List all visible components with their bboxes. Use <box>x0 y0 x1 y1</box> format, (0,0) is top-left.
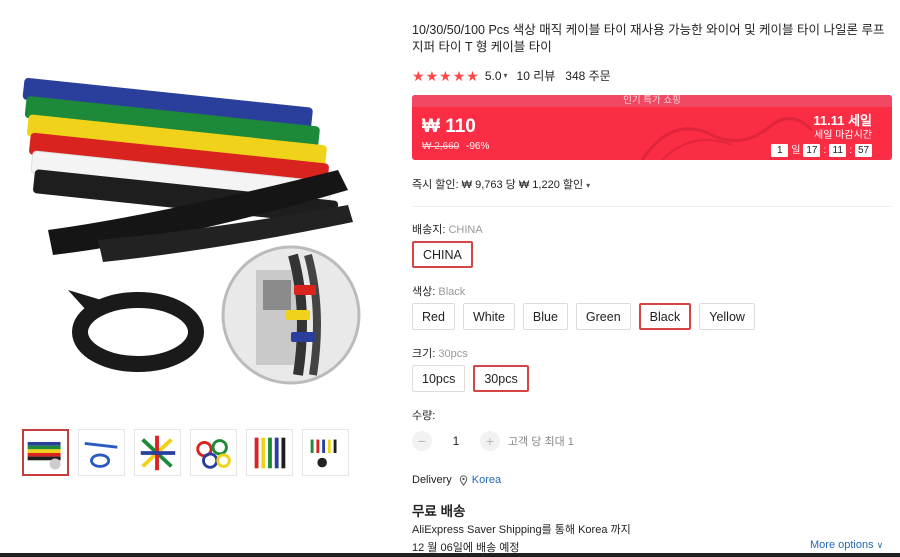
orders-count: 348 주문 <box>565 69 611 83</box>
color-option-yellow[interactable]: Yellow <box>699 303 755 330</box>
countdown-seconds: 57 <box>855 144 872 157</box>
thumbnail-4[interactable] <box>190 429 237 476</box>
countdown-hours: 17 <box>803 144 821 157</box>
star-icon: ★ <box>439 67 452 84</box>
color-label-text: 색상: <box>412 286 436 298</box>
sale-title: 11.11 세일 <box>813 113 872 128</box>
divider <box>412 206 892 207</box>
rating-row: ★ ★ ★ ★ ★ 5.0 ▾ 10 리뷰 348 주문 <box>412 67 611 84</box>
countdown-days-label: 일 <box>791 145 801 156</box>
quantity-label: 수량: <box>412 410 436 422</box>
more-options-label: More options <box>810 539 874 551</box>
quantity-input[interactable]: 1 <box>432 434 480 448</box>
free-shipping-title: 무료 배송 <box>412 504 466 519</box>
main-product-image[interactable] <box>8 40 380 392</box>
chevron-down-icon[interactable]: ▾ <box>504 71 508 80</box>
location-pin-icon <box>459 474 467 486</box>
delivery-location-link[interactable]: Korea <box>472 474 501 486</box>
thumbnail-3[interactable] <box>134 429 181 476</box>
thumbnail-5[interactable] <box>246 429 293 476</box>
color-option-red[interactable]: Red <box>412 303 455 330</box>
size-option-30pcs[interactable]: 30pcs <box>473 365 529 392</box>
star-icon: ★ <box>425 67 439 84</box>
countdown-minutes: 11 <box>829 144 847 157</box>
thumbnail-1[interactable] <box>22 429 69 476</box>
size-label-text: 크기: <box>412 348 436 360</box>
color-selected: Black <box>438 286 466 298</box>
quantity-plus-button[interactable]: + <box>480 431 500 451</box>
countdown-days: 1 <box>771 144 789 157</box>
size-selected: 30pcs <box>438 348 468 360</box>
price-block: ₩ 110 ₩ 2,660 -96% <box>422 116 489 152</box>
sale-banner: 인기 특가 쇼핑 ₩ 110 ₩ 2,660 -96% 11.11 세일 세일 … <box>412 95 892 160</box>
shipping-method: AliExpress Saver Shipping를 통해 Korea 까지 <box>412 524 631 536</box>
size-options: 10pcs 30pcs <box>412 365 529 392</box>
star-icon: ★ <box>466 67 479 84</box>
instant-discount[interactable]: 즉시 할인: ₩ 9,763 당 ₩ 1,220 할인 ▾ <box>412 176 590 192</box>
delivery-row: Delivery Korea <box>412 474 501 486</box>
countdown-separator: : <box>823 145 827 156</box>
sale-price: ₩ 110 <box>422 116 476 137</box>
quantity-minus-button[interactable]: − <box>412 431 432 451</box>
color-option-black[interactable]: Black <box>638 303 692 330</box>
chevron-down-icon: ▾ <box>586 181 591 190</box>
ship-from-label-text: 배송지: <box>412 224 446 236</box>
reviews-count[interactable]: 10 리뷰 <box>517 67 556 84</box>
color-options: Red White Blue Green Black Yellow <box>412 303 755 330</box>
size-option-10pcs[interactable]: 10pcs <box>412 365 466 392</box>
color-label: 색상: Black <box>412 283 465 299</box>
more-options-link[interactable]: More options ∨ <box>810 539 883 551</box>
star-icon: ★ <box>452 67 466 84</box>
rating-stars: ★ ★ ★ ★ ★ <box>412 69 479 83</box>
chevron-down-icon: ∨ <box>876 540 884 550</box>
discount-percent: -96% <box>466 141 490 152</box>
thumbnail-strip <box>22 429 349 476</box>
product-title: 10/30/50/100 Pcs 색상 매직 케이블 타이 재사용 가능한 와이… <box>412 23 885 54</box>
price-sub: ₩ 2,660 -96% <box>422 141 489 152</box>
original-price: ₩ 2,660 <box>422 141 460 152</box>
sale-subtitle: 세일 마감시간 <box>814 130 872 141</box>
countdown-separator: : <box>849 145 852 156</box>
ship-from-label: 배송지: CHINA <box>412 221 483 237</box>
delivery-label: Delivery <box>412 474 452 486</box>
star-icon: ★ <box>412 67 425 84</box>
sale-countdown-block: 11.11 세일 세일 마감시간 1 일 17 : 11 : 57 <box>732 114 872 157</box>
quantity-stepper: − 1 + 고객 당 최대 1 <box>412 431 574 451</box>
thumbnail-6[interactable] <box>302 429 349 476</box>
color-option-white[interactable]: White <box>462 303 515 330</box>
rating-value[interactable]: 5.0 <box>485 69 502 83</box>
countdown-timer: 1 일 17 : 11 : 57 <box>732 144 872 157</box>
ship-from-option-china[interactable]: CHINA <box>412 241 473 268</box>
color-option-blue[interactable]: Blue <box>522 303 568 330</box>
size-label: 크기: 30pcs <box>412 345 468 361</box>
color-option-green[interactable]: Green <box>575 303 631 330</box>
ship-from-options: CHINA <box>412 241 473 268</box>
thumbnail-2[interactable] <box>78 429 125 476</box>
instant-discount-text: 즉시 할인: ₩ 9,763 당 ₩ 1,220 할인 <box>412 179 584 191</box>
ship-from-selected: CHINA <box>448 224 483 236</box>
bottom-border <box>0 553 900 557</box>
quantity-limit: 고객 당 최대 1 <box>508 436 574 448</box>
